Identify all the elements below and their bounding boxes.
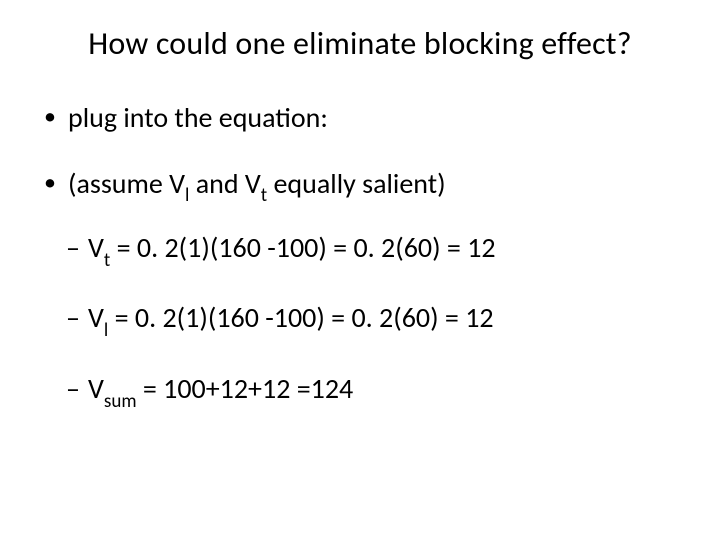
equation-list: Vt = 0. 2(1)(160 -100) = 0. 2(60) = 12 V…	[66, 230, 680, 411]
text-fragment: = 100+12+12 =124	[137, 371, 354, 406]
text-fragment: and V	[189, 166, 260, 201]
slide: How could one eliminate blocking effect?…	[0, 0, 720, 540]
subscript-t: t	[104, 249, 110, 272]
bullet-list: plug into the equation: (assume Vl and V…	[40, 101, 680, 411]
subscript-sum: sum	[104, 390, 137, 413]
text-fragment: = 0. 2(1)(160 -100) = 0. 2(60) = 12	[108, 300, 493, 335]
equation-vsum: Vsum = 100+12+12 =124	[66, 371, 680, 411]
bullet-text: plug into the equation:	[68, 100, 328, 135]
sub-bullet-container: ul.lvl1 > li:nth-child(3)::before{conten…	[40, 230, 680, 411]
bullet-assume-salient: (assume Vl and Vt equally salient)	[40, 167, 680, 206]
subscript-l: l	[185, 184, 189, 207]
bullet-plug-equation: plug into the equation:	[40, 101, 680, 135]
slide-title: How could one eliminate blocking effect?	[40, 24, 680, 63]
equation-vl: Vl = 0. 2(1)(160 -100) = 0. 2(60) = 12	[66, 300, 680, 340]
subscript-l: l	[104, 319, 108, 342]
text-fragment: = 0. 2(1)(160 -100) = 0. 2(60) = 12	[110, 230, 495, 265]
text-fragment: V	[88, 230, 104, 265]
text-fragment: equally salient)	[267, 166, 445, 201]
text-fragment: V	[88, 371, 104, 406]
subscript-t: t	[261, 184, 267, 207]
text-fragment: (assume V	[68, 166, 185, 201]
text-fragment: V	[88, 300, 104, 335]
equation-vt: Vt = 0. 2(1)(160 -100) = 0. 2(60) = 12	[66, 230, 680, 270]
